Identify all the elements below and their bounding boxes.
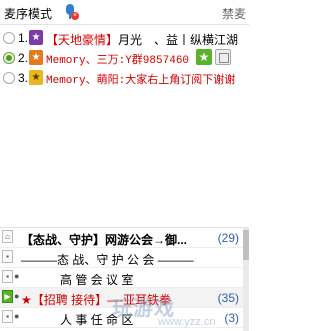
scrollbar-thumb[interactable] — [243, 230, 249, 260]
radio-selected-icon[interactable] — [3, 52, 15, 64]
channel-row[interactable]: ⌂ 【态战、守护】网游公会→御... (29) — [0, 228, 249, 248]
channel-icon[interactable]: ▪ — [2, 270, 13, 283]
watermark-url: www.yzz.cn — [158, 316, 216, 328]
lock-icon: ● — [14, 311, 20, 321]
title-bar: 麦序模式 × 禁麦 — [0, 0, 249, 25]
channel-count: (3) — [224, 311, 239, 325]
queue-user-name: Memory、萌阳:大家右上角订阅下谢谢 — [46, 71, 235, 87]
queue-item[interactable]: 1. ★ 【天地豪情】月光 、益丨纵横江湖 — [0, 28, 249, 48]
queue-item[interactable]: 3. ★ Memory、萌阳:大家右上角订阅下谢谢 — [0, 68, 249, 88]
radio-icon[interactable] — [3, 32, 15, 44]
queue-number: 1. — [18, 31, 29, 45]
radio-icon[interactable] — [3, 72, 15, 84]
expand-icon[interactable]: ⌂ — [2, 230, 13, 243]
document-icon[interactable] — [215, 49, 231, 65]
channel-count: (29) — [217, 231, 239, 245]
channel-row[interactable]: ▪ ———态 战、守 护 公 会 ——— — [0, 248, 249, 268]
channel-name: 【态战、守护】网游公会→御... — [21, 233, 188, 247]
channel-count: (35) — [217, 291, 239, 305]
queue-user-name: 【天地豪情】月光 、益丨纵横江湖 — [46, 31, 238, 48]
mode-label[interactable]: 麦序模式 — [4, 5, 52, 22]
mic-queue: 1. ★ 【天地豪情】月光 、益丨纵横江湖 2. ★ Memory、三万:Y群9… — [0, 28, 249, 88]
vip-badge-icon: ★ — [29, 30, 43, 45]
user-name-text: Memory、三万:Y群9857460 — [46, 55, 190, 67]
play-icon[interactable]: ▶ — [2, 290, 13, 303]
lock-icon: ● — [14, 271, 20, 281]
vip-badge-icon: ★ — [29, 70, 43, 85]
queue-number: 3. — [18, 71, 29, 85]
channel-name: 高 管 会 议 室 — [60, 273, 134, 287]
queue-item[interactable]: 2. ★ Memory、三万:Y群9857460 ★ — [0, 48, 249, 68]
channel-icon[interactable]: ▪ — [2, 310, 13, 323]
channel-name: ———态 战、守 护 公 会 ——— — [21, 253, 194, 267]
queue-number: 2. — [18, 51, 29, 65]
channel-row[interactable]: ▪ ● 高 管 会 议 室 — [0, 268, 249, 288]
scrollbar[interactable] — [243, 228, 249, 331]
lock-icon: ● — [14, 291, 20, 301]
queue-user-name: Memory、三万:Y群9857460 — [46, 51, 189, 67]
mic-muted-icon[interactable]: × — [64, 4, 79, 20]
star-icon[interactable]: ★ — [196, 49, 212, 65]
vip-badge-icon: ★ — [29, 50, 43, 65]
guild-tag: 【天地豪情】 — [46, 33, 119, 47]
user-name-text: 月光 、益丨纵横江湖 — [118, 33, 239, 47]
channel-icon[interactable]: ▪ — [2, 250, 13, 263]
user-name-text: Memory、萌阳:大家右上角订阅下谢谢 — [46, 75, 236, 87]
mute-mic-button[interactable]: 禁麦 — [222, 5, 246, 22]
